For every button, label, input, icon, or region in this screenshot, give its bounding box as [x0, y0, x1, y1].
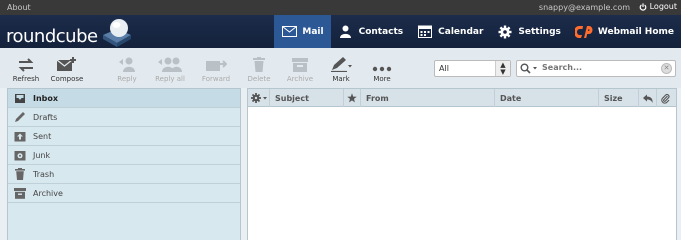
archive-icon: [14, 187, 26, 199]
folder-list: Inbox Drafts Sent Junk Trash Archive: [7, 88, 241, 240]
pencil-icon: [330, 54, 352, 72]
archive-icon: [292, 54, 308, 72]
column-from-label: From: [366, 93, 389, 103]
delete-icon: [253, 54, 265, 72]
column-status[interactable]: [639, 89, 657, 107]
logo-text: roundcube: [6, 26, 98, 47]
nav-webmail-home[interactable]: Webmail Home: [568, 15, 681, 48]
archive-button[interactable]: Archive: [277, 54, 323, 83]
folder-inbox[interactable]: Inbox: [8, 89, 240, 108]
folder-drafts[interactable]: Drafts: [8, 108, 240, 127]
reply-all-label: Reply all: [155, 75, 185, 83]
logout-button[interactable]: Logout: [639, 2, 677, 11]
reply-button[interactable]: Reply: [104, 54, 150, 83]
delete-label: Delete: [247, 75, 271, 83]
trash-icon: [14, 168, 26, 180]
main-nav: Mail Contacts Calendar Settings Webmail …: [274, 15, 681, 48]
junk-icon: [14, 150, 26, 161]
nav-settings[interactable]: Settings: [490, 15, 567, 48]
reply-all-icon: [157, 54, 183, 72]
nav-contacts[interactable]: Contacts: [331, 15, 411, 48]
roundcube-logo[interactable]: roundcube: [6, 17, 134, 47]
mark-label: Mark: [332, 75, 350, 83]
nav-mail-label: Mail: [302, 26, 324, 37]
forward-button[interactable]: Forward: [193, 54, 239, 83]
column-size-label: Size: [604, 93, 623, 103]
nav-webmail-home-label: Webmail Home: [597, 26, 674, 37]
clear-search-icon[interactable]: ✕: [661, 63, 672, 74]
refresh-label: Refresh: [12, 75, 40, 83]
drafts-icon: [14, 112, 26, 123]
search-input[interactable]: [542, 63, 652, 72]
message-list-header: Subject From Date Size: [248, 89, 676, 107]
nav-contacts-label: Contacts: [358, 26, 404, 37]
folder-junk[interactable]: Junk: [8, 146, 240, 165]
reply-all-button[interactable]: Reply all: [147, 54, 193, 83]
settings-icon: [497, 25, 513, 39]
header: roundcube Mail Contacts Calendar Setting…: [0, 15, 681, 48]
folder-label: Drafts: [33, 112, 58, 122]
compose-button[interactable]: Compose: [44, 54, 90, 83]
folder-trash[interactable]: Trash: [8, 165, 240, 184]
select-arrows-icon: ▲ ▼: [495, 61, 510, 76]
compose-label: Compose: [50, 75, 84, 83]
sent-icon: [14, 131, 26, 142]
search-box: ✕: [516, 60, 676, 77]
folder-sent[interactable]: Sent: [8, 127, 240, 146]
folder-label: Inbox: [33, 93, 59, 103]
mail-icon: [281, 25, 297, 39]
nav-calendar-label: Calendar: [438, 26, 484, 37]
contacts-icon: [338, 25, 354, 39]
column-date[interactable]: Date: [495, 89, 599, 107]
column-flag[interactable]: [344, 89, 361, 107]
folder-label: Archive: [33, 188, 63, 198]
more-icon: [372, 54, 392, 72]
reply-label: Reply: [117, 75, 137, 83]
filter-select[interactable]: All ▲ ▼: [434, 60, 511, 77]
column-subject[interactable]: Subject: [270, 89, 344, 107]
forward-icon: [205, 54, 227, 72]
compose-icon: [56, 54, 78, 72]
paperclip-icon: [661, 93, 670, 104]
filter-selected: All: [439, 64, 449, 73]
folder-label: Junk: [33, 150, 51, 160]
nav-mail[interactable]: Mail: [274, 15, 331, 48]
cpanel-icon: [574, 25, 593, 39]
nav-settings-label: Settings: [518, 26, 561, 37]
star-icon: [347, 93, 357, 103]
search-icon[interactable]: [520, 63, 540, 77]
reply-status-icon: [643, 94, 653, 103]
message-list: Subject From Date Size: [247, 88, 677, 240]
logo-icon: [100, 17, 134, 47]
refresh-icon: [17, 54, 35, 72]
reply-icon: [118, 54, 136, 72]
logout-label: Logout: [649, 2, 677, 11]
column-attachment[interactable]: [657, 89, 676, 107]
folder-label: Trash: [33, 169, 55, 179]
top-bar: About snappy@example.com Logout: [0, 0, 681, 15]
nav-calendar[interactable]: Calendar: [410, 15, 490, 48]
about-link[interactable]: About: [7, 3, 31, 12]
list-options-icon: [251, 93, 267, 103]
more-button[interactable]: More: [359, 54, 405, 83]
column-size[interactable]: Size: [599, 89, 639, 107]
more-label: More: [373, 75, 391, 83]
forward-label: Forward: [201, 75, 231, 83]
delete-button[interactable]: Delete: [236, 54, 282, 83]
folder-label: Sent: [33, 131, 52, 141]
list-options-button[interactable]: [248, 89, 270, 107]
refresh-button[interactable]: Refresh: [3, 54, 49, 83]
calendar-icon: [417, 25, 433, 39]
column-from[interactable]: From: [361, 89, 495, 107]
power-icon: [639, 2, 646, 11]
folder-archive[interactable]: Archive: [8, 184, 240, 203]
inbox-icon: [14, 93, 26, 104]
mark-button[interactable]: Mark: [318, 54, 364, 83]
column-date-label: Date: [500, 93, 522, 103]
archive-label: Archive: [286, 75, 314, 83]
column-subject-label: Subject: [275, 93, 309, 103]
user-email: snappy@example.com: [538, 3, 630, 12]
